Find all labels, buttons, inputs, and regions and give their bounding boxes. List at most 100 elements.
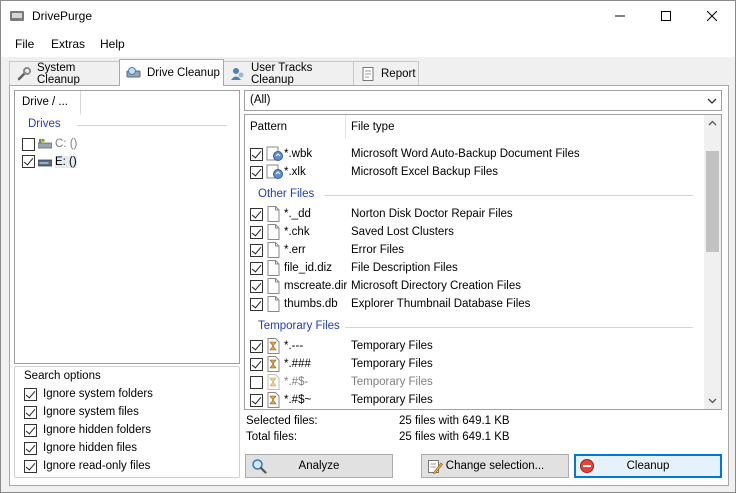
row-file-type: Error Files [351, 244, 405, 256]
menu-extras[interactable]: Extras [51, 37, 85, 51]
row-file-type: Microsoft Excel Backup Files [351, 166, 498, 178]
row-checkbox[interactable] [250, 394, 263, 407]
row-file-type: Microsoft Directory Creation Files [351, 280, 521, 292]
analyze-button-label: Analyze [298, 460, 340, 472]
backup-file-icon [266, 164, 283, 179]
menu-bar: File Extras Help [1, 31, 735, 57]
filter-selected-value: (All) [250, 94, 271, 106]
tab-user-tracks-cleanup[interactable]: User Tracks Cleanup [223, 61, 354, 86]
drive-tree[interactable]: Drive / ... Drives C: () E: () [14, 90, 240, 364]
row-checkbox[interactable] [250, 148, 263, 161]
file-type-filter-select[interactable]: (All) [244, 90, 722, 111]
search-options-title: Search options [24, 370, 101, 382]
tab-drive-cleanup[interactable]: Drive Cleanup [119, 59, 224, 86]
column-pattern[interactable]: Pattern [245, 115, 346, 139]
cleanup-button-label: Cleanup [626, 460, 670, 472]
file-icon [267, 260, 280, 276]
maximize-button[interactable] [643, 1, 689, 31]
row-pattern: *._dd [284, 208, 311, 220]
ignore-hidden-files-checkbox[interactable] [24, 442, 37, 455]
window-title: DrivePurge [32, 9, 93, 23]
tab-report[interactable]: Report [353, 61, 419, 85]
app-icon [10, 11, 24, 21]
close-button[interactable] [689, 1, 735, 31]
drives-group-label: Drives [28, 118, 61, 130]
cleanup-button[interactable]: Cleanup [574, 454, 722, 478]
hourglass-file-icon [267, 356, 280, 372]
hourglass-file-icon [267, 374, 280, 390]
file-icon [267, 206, 280, 222]
ignore-system-folders-label[interactable]: Ignore system folders [43, 388, 153, 400]
minimize-button[interactable] [597, 1, 643, 31]
tab-system-cleanup[interactable]: System Cleanup [9, 61, 120, 86]
list-vertical-scrollbar[interactable] [704, 115, 721, 409]
group-divider [324, 195, 693, 196]
ignore-system-folders-checkbox[interactable] [24, 388, 37, 401]
row-file-type: Temporary Files [351, 358, 433, 370]
scroll-down-icon[interactable] [708, 396, 717, 405]
selected-files-value: 25 files with 649.1 KB [399, 415, 510, 427]
scroll-up-icon[interactable] [708, 119, 717, 128]
users-icon [231, 67, 244, 80]
row-pattern: *.#$- [284, 376, 309, 388]
magnifier-icon [252, 459, 267, 474]
drive-e-checkbox[interactable] [22, 155, 35, 168]
drive-tree-header[interactable]: Drive / ... [15, 91, 81, 115]
ignore-hidden-folders-label[interactable]: Ignore hidden folders [43, 424, 151, 436]
row-checkbox[interactable] [250, 226, 263, 239]
group-divider [77, 125, 227, 126]
hourglass-file-icon [267, 392, 280, 408]
drive-c-checkbox[interactable] [22, 138, 35, 151]
tab-label: Report [381, 67, 416, 80]
row-checkbox[interactable] [250, 262, 263, 275]
file-icon [267, 242, 280, 258]
drive-icon [38, 159, 52, 167]
row-pattern: *.#$~ [284, 394, 312, 406]
row-checkbox[interactable] [250, 298, 263, 311]
search-options-panel: Search options Ignore system folders Ign… [14, 366, 240, 478]
row-checkbox[interactable] [250, 208, 263, 221]
ignore-hidden-files-label[interactable]: Ignore hidden files [43, 442, 137, 454]
row-file-type: Norton Disk Doctor Repair Files [351, 208, 513, 220]
row-checkbox[interactable] [250, 244, 263, 257]
selected-files-label: Selected files: [246, 415, 318, 427]
ignore-read-only-files-label[interactable]: Ignore read-only files [43, 460, 150, 472]
ignore-system-files-checkbox[interactable] [24, 406, 37, 419]
analyze-button[interactable]: Analyze [245, 454, 393, 478]
row-checkbox[interactable] [250, 358, 263, 371]
backup-file-icon [266, 146, 283, 161]
menu-help[interactable]: Help [100, 37, 125, 51]
tab-label: System Cleanup [37, 61, 80, 86]
file-pattern-list[interactable]: Pattern File type *.wbk Microsoft Word A… [244, 114, 722, 410]
row-pattern: thumbs.db [284, 298, 338, 310]
row-checkbox[interactable] [250, 376, 263, 389]
row-file-type: Temporary Files [351, 340, 433, 352]
ignore-system-files-label[interactable]: Ignore system files [43, 406, 139, 418]
scrollbar-thumb[interactable] [706, 151, 719, 252]
row-pattern: file_id.diz [284, 262, 332, 274]
menu-file[interactable]: File [15, 37, 34, 51]
wrench-icon [17, 66, 31, 80]
close-icon [707, 11, 717, 21]
other-files-group-label: Other Files [258, 188, 315, 200]
row-file-type: Temporary Files [351, 394, 433, 406]
group-divider [345, 327, 693, 328]
ignore-hidden-folders-checkbox[interactable] [24, 424, 37, 437]
row-checkbox[interactable] [250, 280, 263, 293]
main-window: DrivePurge File Extras Help System Clean… [0, 0, 736, 493]
edit-list-icon [428, 460, 443, 474]
drive-e-label[interactable]: E: () [55, 156, 77, 168]
scrolled-row-fragment [267, 137, 417, 140]
row-file-type: Microsoft Word Auto-Backup Document File… [351, 148, 580, 160]
row-checkbox[interactable] [250, 166, 263, 179]
ignore-read-only-files-checkbox[interactable] [24, 460, 37, 473]
tab-label: User Tracks Cleanup [251, 61, 313, 86]
change-selection-button-label: Change selection... [445, 460, 545, 472]
drive-c-label[interactable]: C: () [55, 138, 77, 150]
maximize-icon [661, 11, 671, 21]
column-file-type[interactable]: File type [346, 115, 704, 139]
hourglass-file-icon [267, 338, 280, 354]
temporary-files-group-label: Temporary Files [258, 320, 340, 332]
row-checkbox[interactable] [250, 340, 263, 353]
change-selection-button[interactable]: Change selection... [421, 454, 569, 478]
